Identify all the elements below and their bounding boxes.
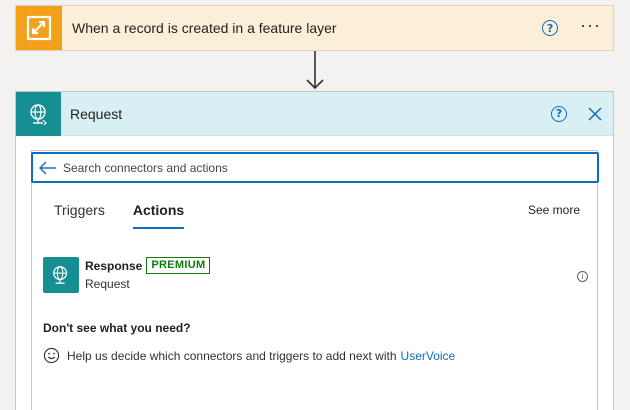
search-input[interactable]: [63, 155, 597, 180]
help-icon[interactable]: ?: [542, 20, 559, 36]
tab-actions[interactable]: Actions: [132, 202, 185, 229]
tab-triggers[interactable]: Triggers: [54, 202, 105, 229]
trigger-title: When a record is created in a feature la…: [72, 20, 337, 36]
info-icon[interactable]: i: [577, 271, 588, 282]
request-title: Request: [70, 105, 123, 122]
uservoice-link[interactable]: UserVoice: [401, 349, 456, 363]
action-name-line: Response PREMIUM: [85, 257, 211, 274]
trigger-card[interactable]: When a record is created in a feature la…: [15, 5, 614, 51]
action-subtitle: Request: [85, 277, 130, 291]
feedback-row: Help us decide which connectors and trig…: [43, 347, 455, 364]
search-box[interactable]: [31, 152, 599, 183]
close-icon[interactable]: [587, 106, 603, 122]
action-item-response[interactable]: Response PREMIUM Request i: [43, 257, 588, 295]
feedback-text: Help us decide which connectors and trig…: [67, 348, 397, 363]
more-options-icon[interactable]: ···: [580, 16, 601, 36]
back-arrow-icon[interactable]: [39, 161, 57, 175]
tab-bar: Triggers Actions: [54, 202, 212, 229]
smiley-icon: [43, 347, 60, 364]
arcgis-connector-icon: [16, 6, 62, 50]
help-icon[interactable]: ?: [551, 105, 567, 122]
premium-badge: PREMIUM: [146, 257, 211, 274]
action-text: Response PREMIUM Request: [85, 257, 211, 291]
request-card: Request ? Triggers Actions See more: [15, 91, 614, 410]
globe-request-icon: [16, 91, 61, 136]
arrow-down-icon: [306, 51, 324, 90]
action-name: Response: [85, 258, 143, 273]
request-header[interactable]: Request ?: [16, 91, 613, 136]
see-more-link[interactable]: See more: [528, 203, 580, 217]
globe-request-icon: [43, 257, 79, 293]
dont-see-heading: Don't see what you need?: [43, 321, 191, 335]
